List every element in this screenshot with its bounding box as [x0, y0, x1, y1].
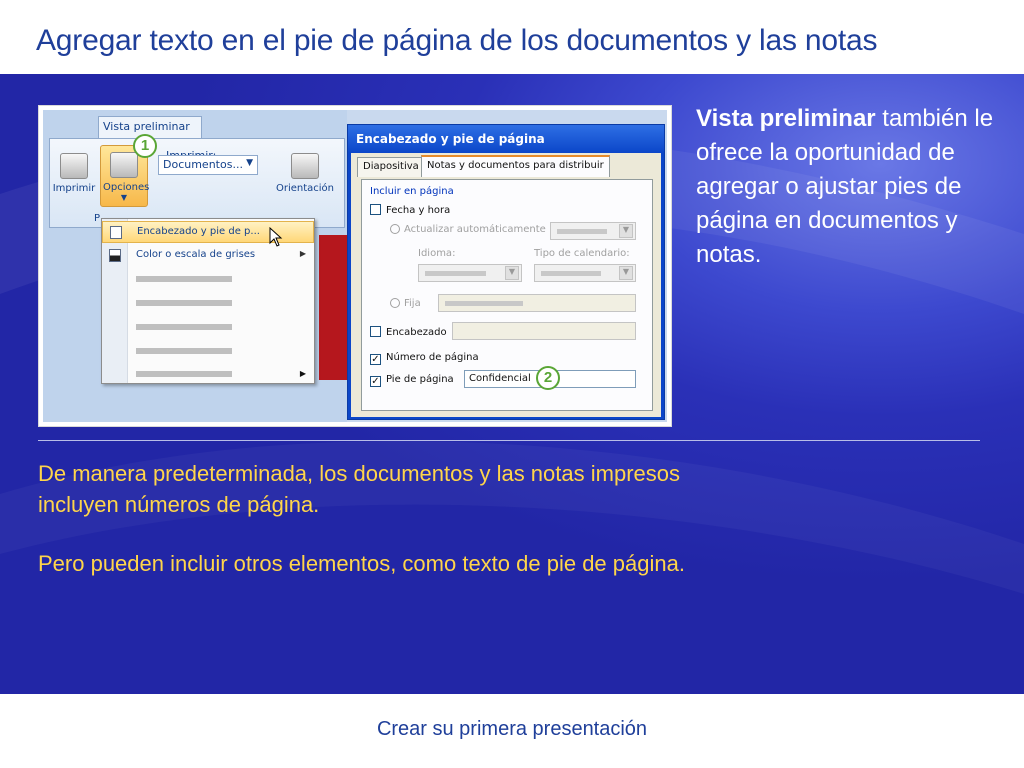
menu-item-color-grayscale[interactable]: Color o escala de grises ▶ — [102, 245, 314, 267]
page-number-checkbox[interactable]: ✓ Número de página — [370, 352, 479, 365]
menu-item-placeholder[interactable] — [136, 300, 232, 306]
menu-item-placeholder[interactable] — [136, 348, 232, 354]
screenshot-content: Vista preliminar Imprimir Opciones ▼ Imp… — [43, 110, 667, 422]
tab-diapositiva[interactable]: Diapositiva — [357, 157, 425, 177]
print-what-value: Documentos... — [163, 158, 243, 171]
print-button-label: Imprimir — [52, 183, 96, 194]
checkbox-label: Encabezado — [386, 327, 447, 338]
group-label: P — [94, 213, 101, 224]
chevron-down-icon: ▼ — [246, 158, 253, 168]
color-grayscale-icon — [109, 249, 121, 262]
slide-body: Vista preliminar Imprimir Opciones ▼ Imp… — [0, 74, 1024, 694]
header-footer-dialog: Encabezado y pie de página Diapositiva N… — [347, 124, 665, 420]
chevron-right-icon: ▶ — [299, 249, 306, 258]
include-on-page-group: Incluir en página Fecha y hora Actualiza… — [361, 179, 653, 411]
fixed-date-input[interactable] — [438, 294, 636, 312]
side-description-bold: Vista preliminar — [696, 105, 876, 132]
orientation-button-label: Orientación — [275, 183, 335, 194]
combo-value — [425, 271, 487, 276]
chevron-right-icon: ▶ — [299, 369, 306, 378]
checkbox-label: Número de página — [386, 352, 479, 363]
radio-label: Fija — [404, 298, 421, 309]
checkbox-box — [370, 326, 381, 337]
chevron-down-icon: ▼ — [120, 193, 128, 202]
header-checkbox[interactable]: Encabezado — [370, 326, 447, 338]
menu-item-placeholder[interactable] — [136, 324, 232, 330]
step-badge-2: 2 — [536, 366, 560, 390]
input-value — [445, 301, 524, 306]
printer-icon — [60, 153, 88, 179]
menu-item-placeholder[interactable] — [136, 276, 232, 282]
slide-thumbnail-strip — [319, 235, 347, 380]
checkbox-label: Pie de página — [386, 374, 454, 385]
slide-footer: Crear su primera presentación — [0, 694, 1024, 768]
cursor-icon — [269, 227, 283, 247]
combo-value — [557, 229, 608, 234]
side-description: Vista preliminar también le ofrece la op… — [696, 102, 996, 272]
checkbox-box: ✓ — [370, 376, 381, 387]
divider-line — [38, 440, 980, 441]
screenshot-frame: Vista preliminar Imprimir Opciones ▼ Imp… — [38, 105, 672, 427]
language-label: Idioma: — [418, 248, 456, 259]
dialog-client: Diapositiva Notas y documentos para dist… — [351, 153, 661, 417]
checkbox-box: ✓ — [370, 354, 381, 365]
date-time-checkbox[interactable]: Fecha y hora — [370, 204, 450, 216]
chevron-down-icon: ▼ — [619, 224, 633, 238]
chevron-down-icon: ▼ — [619, 266, 633, 280]
chevron-down-icon: ▼ — [505, 266, 519, 280]
radio-circle — [390, 224, 400, 234]
options-icon — [110, 152, 138, 178]
menu-item-label: Color o escala de grises — [136, 249, 256, 260]
calendar-type-dropdown[interactable]: ▼ — [534, 264, 636, 282]
slide-title: Agregar texto en el pie de página de los… — [0, 0, 1024, 74]
date-format-dropdown[interactable]: ▼ — [550, 222, 636, 240]
calendar-type-label: Tipo de calendario: — [534, 248, 630, 259]
page-icon — [110, 226, 122, 239]
header-input[interactable] — [452, 322, 636, 340]
group-label: Incluir en página — [370, 186, 454, 197]
orientation-icon — [291, 153, 319, 179]
footer-checkbox[interactable]: ✓ Pie de página — [370, 374, 454, 387]
step-badge-1: 1 — [133, 134, 157, 158]
checkbox-box — [370, 204, 381, 215]
options-button-label: Opciones — [103, 182, 150, 193]
orientation-button[interactable]: Orientación — [270, 153, 340, 194]
fixed-radio[interactable]: Fija — [390, 298, 421, 309]
dialog-title: Encabezado y pie de página — [348, 125, 664, 153]
paragraph-default-numbers: De manera predeterminada, los documentos… — [38, 461, 680, 517]
print-what-dropdown[interactable]: Documentos... ▼ — [158, 155, 258, 175]
radio-label: Actualizar automáticamente — [404, 224, 546, 235]
menu-item-placeholder[interactable] — [136, 371, 232, 377]
menu-item-label: Encabezado y pie de p... — [137, 226, 260, 237]
language-dropdown[interactable]: ▼ — [418, 264, 522, 282]
combo-value — [541, 271, 601, 276]
menu-gutter — [102, 219, 128, 383]
radio-circle — [390, 298, 400, 308]
checkbox-label: Fecha y hora — [386, 205, 451, 216]
tab-notas-documentos[interactable]: Notas y documentos para distribuir — [421, 155, 610, 177]
paragraph-other-elements: Pero pueden incluir otros elementos, com… — [38, 551, 685, 576]
auto-update-radio[interactable]: Actualizar automáticamente — [390, 224, 546, 235]
print-button[interactable]: Imprimir — [52, 153, 96, 194]
ribbon-panel: Imprimir Opciones ▼ Imprimir: Documentos… — [49, 138, 345, 228]
